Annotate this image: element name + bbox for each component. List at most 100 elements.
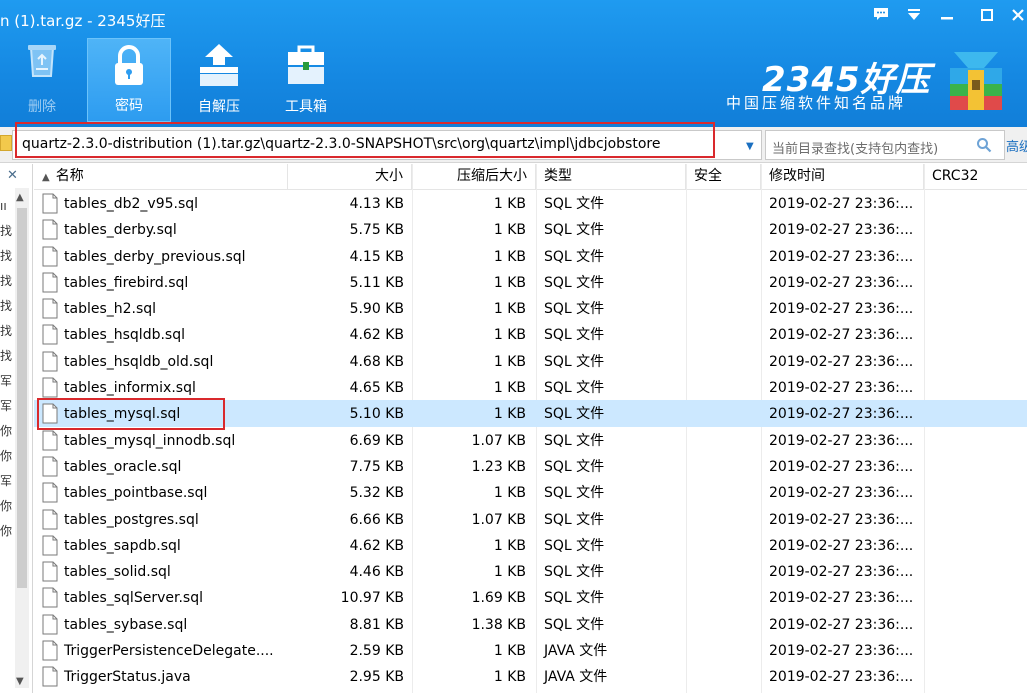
- tree-item[interactable]: 你: [0, 494, 14, 519]
- tree-item[interactable]: 找: [0, 294, 14, 319]
- file-type: SQL 文件: [544, 353, 605, 370]
- tree-item[interactable]: 找: [0, 319, 14, 344]
- file-compressed-size: 1.07 KB: [471, 432, 526, 449]
- tree-item[interactable]: 找: [0, 219, 14, 244]
- file-row[interactable]: tables_sqlServer.sql 10.97 KB 1.69 KB SQL 文…: [34, 584, 1027, 610]
- file-row[interactable]: tables_hsqldb.sql 4.62 KB 1 KB SQL 文件 2019-0…: [34, 321, 1027, 347]
- col-size-header[interactable]: 大小: [288, 164, 412, 190]
- toolbox-button[interactable]: 工具箱: [264, 38, 348, 122]
- tree-item[interactable]: 军: [0, 369, 14, 394]
- tree-item[interactable]: 找: [0, 344, 14, 369]
- tree-item[interactable]: 你: [0, 519, 14, 544]
- file-compressed-size: 1 KB: [493, 353, 526, 370]
- file-compressed-size: 1 KB: [493, 380, 526, 397]
- file-list: tables_db2_v95.sql 4.13 KB 1 KB SQL 文件 2019-…: [34, 190, 1027, 690]
- file-icon: [42, 640, 58, 661]
- close-tree-icon[interactable]: ✕: [7, 168, 18, 183]
- tree-item[interactable]: 军: [0, 394, 14, 419]
- tree-item[interactable]: 你: [0, 419, 14, 444]
- delete-label: 删除: [28, 99, 56, 115]
- file-name: TriggerStatus.java: [64, 669, 191, 686]
- column-header-row: ▲ 名称 大小 压缩后大小 类型 安全 修改时间 CRC32: [34, 164, 1027, 190]
- file-icon: [42, 587, 58, 608]
- file-row[interactable]: tables_informix.sql 4.65 KB 1 KB SQL 文件 2019…: [34, 374, 1027, 400]
- file-compressed-size: 1 KB: [493, 327, 526, 344]
- file-row[interactable]: tables_derby_previous.sql 4.15 KB 1 KB SQL …: [34, 243, 1027, 269]
- file-modified-time: 2019-02-27 23:36:...: [769, 537, 914, 554]
- file-row[interactable]: tables_hsqldb_old.sql 4.68 KB 1 KB SQL 文件 20…: [34, 348, 1027, 374]
- delete-button[interactable]: 删除: [0, 38, 84, 122]
- file-compressed-size: 1 KB: [493, 537, 526, 554]
- file-type: SQL 文件: [544, 616, 605, 633]
- tree-item[interactable]: 找: [0, 244, 14, 269]
- file-row[interactable]: TriggerPersistenceDelegate.... 2.59 KB 1 K…: [34, 637, 1027, 663]
- minimize-icon[interactable]: [932, 3, 962, 29]
- file-icon: [42, 535, 58, 556]
- search-icon[interactable]: [976, 137, 992, 157]
- col-modified-header[interactable]: 修改时间: [761, 164, 924, 190]
- file-name: tables_derby.sql: [64, 222, 177, 239]
- file-row[interactable]: tables_mysql.sql 5.10 KB 1 KB SQL 文件 2019-02…: [34, 400, 1027, 427]
- file-type: SQL 文件: [544, 511, 605, 528]
- toolbox-label: 工具箱: [285, 99, 327, 115]
- tree-item[interactable]: ıı: [0, 194, 14, 219]
- scroll-up-icon[interactable]: ▲: [16, 192, 24, 203]
- feedback-icon[interactable]: [866, 3, 896, 29]
- password-button[interactable]: 密码: [87, 38, 171, 122]
- file-modified-time: 2019-02-27 23:36:...: [769, 222, 914, 239]
- tree-item[interactable]: 你: [0, 444, 14, 469]
- advanced-search-link[interactable]: 高级: [1006, 136, 1027, 155]
- file-row[interactable]: tables_db2_v95.sql 4.13 KB 1 KB SQL 文件 2019-…: [34, 190, 1027, 216]
- file-icon: [42, 193, 58, 214]
- file-name: tables_h2.sql: [64, 301, 157, 318]
- file-row[interactable]: tables_firebird.sql 5.11 KB 1 KB SQL 文件 2019…: [34, 269, 1027, 295]
- file-row[interactable]: tables_oracle.sql 7.75 KB 1.23 KB SQL 文件 201…: [34, 453, 1027, 479]
- col-type-header[interactable]: 类型: [536, 164, 686, 190]
- file-modified-time: 2019-02-27 23:36:...: [769, 590, 914, 607]
- file-size: 4.68 KB: [349, 353, 404, 370]
- file-size: 5.90 KB: [349, 301, 404, 318]
- tree-items[interactable]: ıı 找找找找找找军军你你军你你: [0, 194, 14, 544]
- tree-item[interactable]: 找: [0, 269, 14, 294]
- tree-scroll-thumb[interactable]: [17, 208, 27, 588]
- file-modified-time: 2019-02-27 23:36:...: [769, 643, 914, 660]
- col-security-header[interactable]: 安全: [686, 164, 761, 190]
- menu-dropdown-icon[interactable]: [899, 3, 929, 29]
- file-row[interactable]: tables_mysql_innodb.sql 6.69 KB 1.07 KB SQL…: [34, 427, 1027, 453]
- chevron-down-icon[interactable]: ▼: [746, 141, 754, 152]
- file-row[interactable]: tables_postgres.sql 6.66 KB 1.07 KB SQL 文件 2…: [34, 506, 1027, 532]
- file-compressed-size: 1.38 KB: [471, 616, 526, 633]
- file-size: 4.62 KB: [349, 327, 404, 344]
- col-name-header[interactable]: ▲ 名称: [34, 164, 288, 190]
- file-type: SQL 文件: [544, 406, 605, 423]
- file-type: SQL 文件: [544, 432, 605, 449]
- col-crc-header[interactable]: CRC32: [924, 164, 1027, 190]
- file-row[interactable]: tables_h2.sql 5.90 KB 1 KB SQL 文件 2019-02-27…: [34, 295, 1027, 321]
- file-row[interactable]: tables_pointbase.sql 5.32 KB 1 KB SQL 文件 201…: [34, 479, 1027, 505]
- self-extract-button[interactable]: 自解压: [177, 38, 261, 122]
- maximize-icon[interactable]: [972, 3, 1002, 29]
- file-name: tables_oracle.sql: [64, 458, 182, 475]
- scroll-down-icon[interactable]: ▼: [16, 676, 24, 687]
- file-type: SQL 文件: [544, 458, 605, 475]
- password-label: 密码: [115, 98, 143, 114]
- file-icon: [42, 561, 58, 582]
- file-row[interactable]: tables_sybase.sql 8.81 KB 1.38 KB SQL 文件 201…: [34, 611, 1027, 637]
- file-modified-time: 2019-02-27 23:36:...: [769, 196, 914, 212]
- file-name: tables_hsqldb_old.sql: [64, 353, 214, 370]
- search-input[interactable]: 当前目录查找(支持包内查找): [765, 130, 1005, 160]
- file-name: tables_pointbase.sql: [64, 485, 208, 502]
- file-icon: [42, 509, 58, 530]
- file-type: SQL 文件: [544, 327, 605, 344]
- tree-item[interactable]: 军: [0, 469, 14, 494]
- file-row[interactable]: tables_derby.sql 5.75 KB 1 KB SQL 文件 2019-02…: [34, 216, 1027, 242]
- file-row[interactable]: TriggerStatus.java 2.95 KB 1 KB JAVA 文件 2019…: [34, 663, 1027, 689]
- file-name: tables_sapdb.sql: [64, 537, 181, 554]
- file-size: 4.46 KB: [349, 564, 404, 581]
- col-compressed-header[interactable]: 压缩后大小: [412, 164, 536, 190]
- file-row[interactable]: tables_solid.sql 4.46 KB 1 KB SQL 文件 2019-02…: [34, 558, 1027, 584]
- file-row[interactable]: tables_sapdb.sql 4.62 KB 1 KB SQL 文件 2019-02…: [34, 532, 1027, 558]
- file-compressed-size: 1 KB: [493, 222, 526, 239]
- file-compressed-size: 1.07 KB: [471, 511, 526, 528]
- close-icon[interactable]: [1003, 3, 1027, 29]
